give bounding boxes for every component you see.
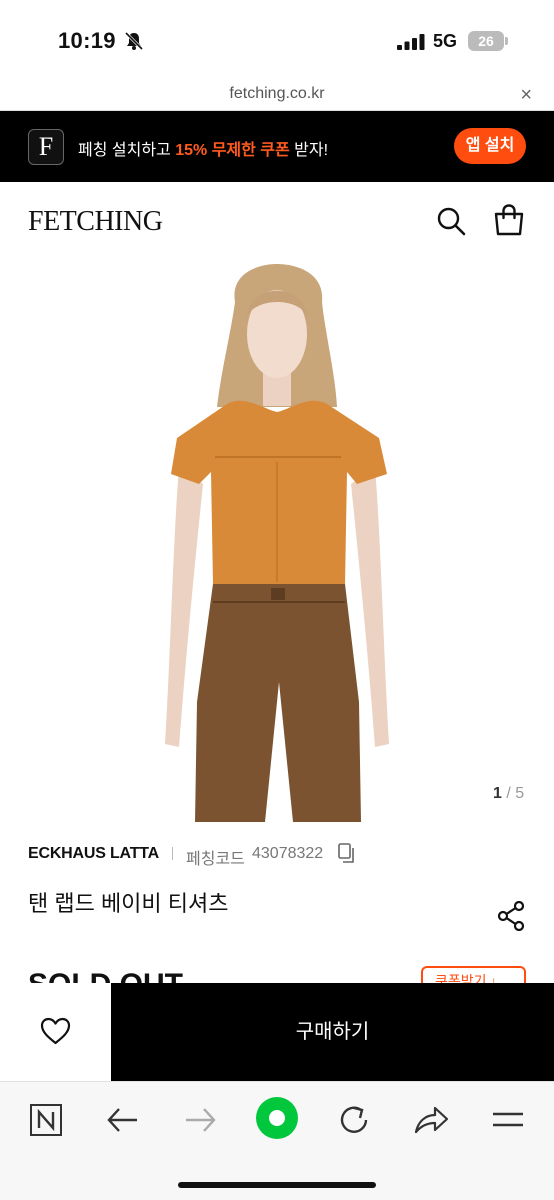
site-header: FETCHING	[0, 182, 554, 260]
image-pager: 1 / 5	[493, 785, 524, 803]
pager-total: 5	[515, 785, 525, 802]
buy-button[interactable]: 구매하기	[111, 983, 554, 1081]
status-time: 10:19	[58, 28, 116, 53]
shopping-bag-icon[interactable]	[493, 204, 525, 236]
product-code-label: 페칭코드	[186, 851, 245, 868]
signal-icon	[397, 34, 425, 50]
search-icon[interactable]	[436, 206, 466, 236]
product-code-value: 43078322	[252, 845, 324, 862]
forward-icon[interactable]	[180, 1100, 220, 1140]
wishlist-button[interactable]	[0, 983, 111, 1081]
green-dot-icon[interactable]	[255, 1096, 299, 1140]
share-icon[interactable]	[411, 1100, 451, 1140]
browser-toolbar	[0, 1081, 554, 1200]
sold-out-status: SOLD OUT	[28, 966, 183, 984]
share-icon[interactable]	[497, 901, 525, 931]
promo-highlight: 15% 무제한 쿠폰	[175, 142, 290, 159]
reload-icon[interactable]	[334, 1100, 374, 1140]
copy-icon[interactable]	[338, 843, 356, 863]
install-app-button[interactable]: 앱 설치	[454, 128, 526, 164]
network-type: 5G	[433, 31, 458, 51]
divider	[172, 847, 173, 860]
battery-tip	[505, 37, 508, 45]
pager-current: 1	[493, 785, 502, 802]
product-image[interactable]	[165, 262, 389, 822]
status-bar: 10:19 5G 26	[0, 0, 554, 80]
brand-name[interactable]: ECKHAUS LATTA	[28, 845, 159, 863]
bell-muted-icon	[124, 31, 144, 51]
pager-separator: /	[501, 785, 516, 802]
promo-text-after: 받자!	[289, 142, 329, 159]
promo-text: 페칭 설치하고 15% 무제한 쿠폰 받자!	[78, 136, 328, 160]
url-bar[interactable]: fetching.co.kr ×	[0, 80, 554, 111]
home-indicator	[178, 1182, 376, 1188]
close-icon[interactable]: ×	[520, 84, 532, 107]
site-logo[interactable]: FETCHING	[28, 206, 163, 238]
menu-icon[interactable]	[488, 1100, 528, 1140]
heart-icon[interactable]	[40, 1017, 71, 1045]
app-install-banner[interactable]: F 페칭 설치하고 15% 무제한 쿠폰 받자! 앱 설치	[0, 111, 554, 182]
battery-icon: 26	[468, 31, 504, 51]
url-domain[interactable]: fetching.co.kr	[0, 85, 554, 103]
promo-text-before: 페칭 설치하고	[78, 142, 176, 159]
purchase-bar: 구매하기	[0, 983, 554, 1081]
coupon-button[interactable]: 쿠폰받기 ↓	[421, 966, 526, 984]
back-icon[interactable]	[103, 1100, 143, 1140]
app-logo-icon: F	[28, 129, 64, 165]
product-name: 탠 랩드 베이비 티셔츠	[28, 891, 229, 916]
naver-icon[interactable]	[26, 1100, 66, 1140]
